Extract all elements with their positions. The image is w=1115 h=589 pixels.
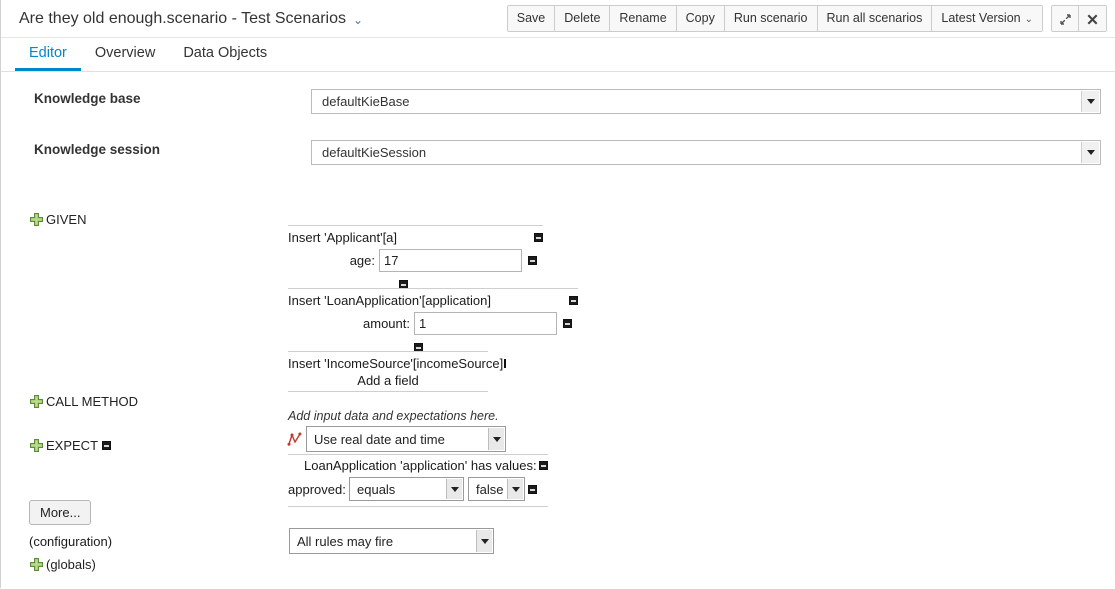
given-fact-loanapplication: Insert 'LoanApplication'[application] am…: [288, 288, 578, 357]
rules-fire-select[interactable]: All rules may fire: [289, 528, 494, 554]
run-all-scenarios-button[interactable]: Run all scenarios: [818, 6, 933, 31]
remove-field-icon[interactable]: [528, 485, 537, 494]
remove-field-icon[interactable]: [528, 256, 537, 265]
field-value-amount[interactable]: [414, 312, 557, 335]
operand-select[interactable]: false: [468, 477, 525, 501]
collapse-expect-icon[interactable]: [102, 441, 111, 450]
close-icon[interactable]: [1079, 6, 1106, 31]
field-label-amount: amount:: [288, 316, 410, 331]
knowledge-session-value: defaultKieSession: [322, 145, 426, 160]
knowledge-session-label: Knowledge session: [34, 142, 160, 157]
editor-tabs: Editor Overview Data Objects: [1, 38, 1115, 72]
fact-field-row: amount:: [288, 312, 578, 335]
fact-header-row: Insert 'IncomeSource'[incomeSource]: [288, 356, 488, 371]
expand-icon[interactable]: [1052, 6, 1079, 31]
fact-header-row: Insert 'Applicant'[a]: [288, 230, 543, 245]
add-icon[interactable]: [30, 439, 43, 452]
rename-button[interactable]: Rename: [610, 6, 676, 31]
chevron-down-icon: [1081, 142, 1099, 163]
expect-label: EXPECT: [46, 438, 98, 453]
scenario-form: Knowledge base defaultKieBase Knowledge …: [1, 72, 1115, 589]
add-icon[interactable]: [30, 395, 43, 408]
more-button[interactable]: More...: [29, 500, 91, 525]
chevron-down-icon: [1081, 91, 1099, 112]
configuration-label: (configuration): [29, 534, 112, 549]
divider: [288, 288, 578, 289]
remove-field-icon[interactable]: [563, 319, 572, 328]
globals-label: (globals): [46, 557, 96, 572]
rules-fire-value: All rules may fire: [297, 534, 393, 549]
divider: [288, 506, 548, 507]
divider: [288, 351, 488, 352]
fact-title: Insert 'IncomeSource'[incomeSource]: [288, 356, 503, 371]
knowledge-base-label: Knowledge base: [34, 91, 141, 106]
toolbar-button-group: Save Delete Rename Copy Run scenario Run…: [507, 5, 1043, 32]
fact-header-row: Insert 'LoanApplication'[application]: [288, 293, 578, 308]
chevron-down-icon: ⌄: [1025, 14, 1033, 25]
chevron-down-icon[interactable]: ⌄: [353, 14, 363, 26]
remove-fact-icon[interactable]: [569, 296, 578, 305]
add-icon[interactable]: [30, 213, 43, 226]
add-field-link[interactable]: Add a field: [288, 373, 488, 388]
knowledge-base-select[interactable]: defaultKieBase: [311, 89, 1101, 114]
chevron-down-icon: [476, 530, 492, 552]
date-time-mode-select[interactable]: Use real date and time: [306, 426, 506, 452]
page-title: Are they old enough.scenario - Test Scen…: [19, 10, 346, 28]
field-label-age: age:: [288, 253, 375, 268]
given-section-label[interactable]: GIVEN: [30, 212, 86, 227]
fact-field-row: age:: [288, 249, 543, 272]
call-method-label: CALL METHOD: [46, 394, 138, 409]
call-method-section-label[interactable]: CALL METHOD: [30, 394, 138, 409]
editor-toolbar: Save Delete Rename Copy Run scenario Run…: [507, 5, 1107, 32]
fact-title: Insert 'LoanApplication'[application]: [288, 293, 491, 308]
add-icon[interactable]: [30, 558, 43, 571]
given-fact-applicant: Insert 'Applicant'[a] age:: [288, 225, 543, 294]
expect-hint-text: Add input data and expectations here.: [288, 409, 499, 423]
date-time-mode-value: Use real date and time: [314, 432, 445, 447]
document-title-group[interactable]: Are they old enough.scenario - Test Scen…: [1, 10, 363, 28]
fact-title: Insert 'Applicant'[a]: [288, 230, 397, 245]
copy-button[interactable]: Copy: [677, 6, 725, 31]
tab-overview[interactable]: Overview: [81, 46, 169, 72]
version-label: Latest Version: [941, 11, 1020, 25]
fact-title: LoanApplication 'application' has values…: [304, 458, 537, 473]
field-value-age[interactable]: [379, 249, 522, 272]
divider: [288, 225, 543, 226]
expect-fact-loanapplication: LoanApplication 'application' has values…: [288, 454, 548, 507]
operator-value: equals: [357, 482, 395, 497]
given-fact-incomesource: Insert 'IncomeSource'[incomeSource] Add …: [288, 351, 488, 392]
knowledge-session-select[interactable]: defaultKieSession: [311, 140, 1101, 165]
titlebar: Are they old enough.scenario - Test Scen…: [1, 0, 1115, 38]
field-label-approved: approved:: [288, 482, 345, 497]
window-controls-group: [1051, 5, 1107, 32]
chevron-down-icon: [507, 479, 523, 499]
given-label: GIVEN: [46, 212, 86, 227]
remove-fact-icon[interactable]: [504, 359, 506, 368]
expect-field-row: approved: equals false: [288, 477, 548, 501]
save-button[interactable]: Save: [508, 6, 556, 31]
delete-button[interactable]: Delete: [555, 6, 610, 31]
version-dropdown-button[interactable]: Latest Version ⌄: [932, 6, 1042, 31]
tab-editor[interactable]: Editor: [15, 46, 81, 72]
divider: [288, 454, 548, 455]
test-scenario-editor-window: Are they old enough.scenario - Test Scen…: [0, 0, 1115, 588]
operand-value: false: [476, 482, 503, 497]
chevron-down-icon: [488, 428, 504, 450]
simulated-date-row: Use real date and time: [287, 426, 506, 452]
operator-select[interactable]: equals: [349, 477, 464, 501]
expect-section-label[interactable]: EXPECT: [30, 438, 111, 453]
remove-fact-icon[interactable]: [539, 461, 548, 470]
remove-fact-icon[interactable]: [534, 233, 543, 242]
simulated-date-icon[interactable]: [287, 431, 302, 447]
knowledge-base-value: defaultKieBase: [322, 94, 409, 109]
chevron-down-icon: [446, 479, 462, 499]
divider: [288, 391, 488, 392]
tab-data-objects[interactable]: Data Objects: [169, 46, 281, 72]
run-scenario-button[interactable]: Run scenario: [725, 6, 818, 31]
globals-section-label[interactable]: (globals): [30, 557, 96, 572]
fact-header-row: LoanApplication 'application' has values…: [288, 458, 548, 473]
